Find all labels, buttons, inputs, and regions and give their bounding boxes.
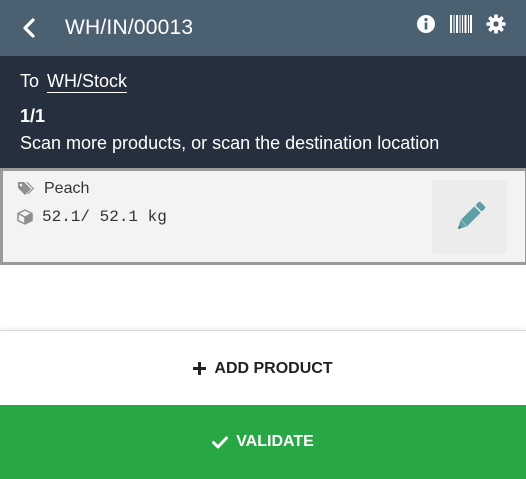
move-line[interactable]: Peach 52.1/ 52.1 kg [0,168,526,265]
scan-instructions: Scan more products, or scan the destinat… [20,133,440,153]
info-icon [417,15,435,33]
add-product-button[interactable]: ADD PRODUCT [0,330,526,406]
quantity-value: 52.1/ 52.1 kg [42,208,167,226]
barcode-icon [450,15,472,33]
edit-line-button[interactable] [432,180,507,254]
chevron-left-icon [23,18,35,38]
pencil-icon [457,201,485,230]
add-product-label: ADD PRODUCT [214,359,333,377]
product-row: Peach [17,180,89,198]
picking-header: To WH/Stock 1/1 Scan more products, or sc… [0,56,526,168]
barcode-button[interactable] [450,14,472,34]
validate-button[interactable]: VALIDATE [0,405,526,479]
validate-label: VALIDATE [236,433,314,450]
check-icon [212,436,229,449]
nav-actions [416,14,506,34]
product-name: Peach [44,180,90,197]
cube-icon [17,209,33,225]
back-button[interactable] [16,15,42,41]
navbar: WH/IN/00013 [0,0,526,56]
settings-button[interactable] [486,14,506,34]
quantity-row: 52.1/ 52.1 kg [17,208,167,226]
plus-icon [193,362,207,375]
info-button[interactable] [416,14,436,34]
destination-prefix: To [20,71,40,91]
destination-location[interactable]: WH/Stock [47,71,128,93]
tags-icon [18,182,34,195]
line-counter: 1/1 [20,106,46,126]
destination-line: To WH/Stock [20,71,128,93]
page-title: WH/IN/00013 [65,16,194,39]
gear-icon [486,14,506,34]
